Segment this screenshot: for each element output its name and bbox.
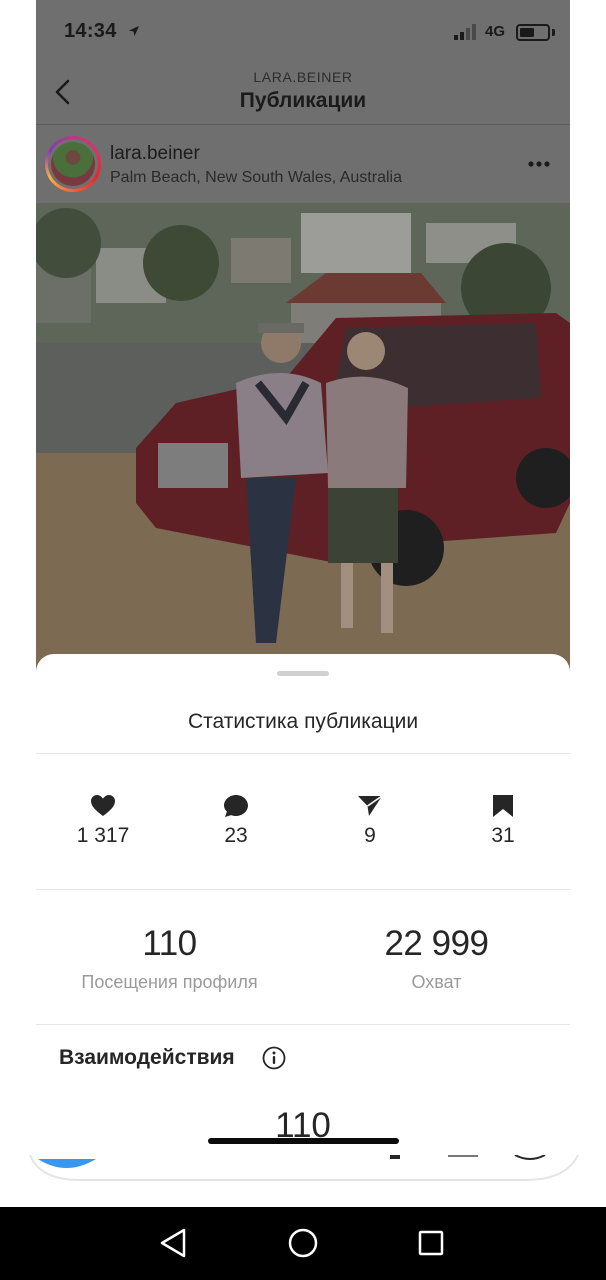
reach-label: Охват [411, 972, 462, 992]
android-back-icon[interactable] [160, 1228, 186, 1258]
bookmark-icon [493, 795, 513, 817]
shares-metric: 9 [303, 794, 437, 848]
android-recents-icon[interactable] [418, 1230, 444, 1256]
location-arrow-icon [129, 26, 139, 36]
post-location[interactable]: Palm Beach, New South Wales, Australia [110, 169, 402, 187]
stats-sheet: Статистика публикации 1 317 23 9 31 110 … [36, 654, 570, 1180]
android-nav-buttons [160, 1228, 444, 1258]
battery-tip [552, 29, 555, 36]
android-home-icon[interactable] [288, 1228, 318, 1258]
post-photo-illustration [36, 203, 570, 680]
sheet-title: Статистика публикации [187, 710, 419, 733]
post-username[interactable]: lara.beiner [110, 143, 200, 165]
profile-visits-value: 110 [142, 924, 197, 963]
status-time: 14:34 [64, 20, 117, 42]
comments-metric: 23 [169, 794, 303, 848]
app-screen: 14:34 4G LARA.BEINER Публикации lara.bei… [36, 0, 570, 1180]
reach-value: 22 999 [384, 924, 489, 963]
likes-metric: 1 317 [36, 794, 170, 848]
header-username: LARA.BEINER [253, 69, 353, 85]
network-type: 4G [485, 23, 506, 40]
comment-icon [224, 795, 248, 817]
status-bar: 14:34 4G [36, 0, 570, 64]
post-header: lara.beiner Palm Beach, New South Wales,… [36, 125, 570, 203]
dimmed-background[interactable]: 14:34 4G LARA.BEINER Публикации lara.bei… [36, 0, 570, 680]
tab-bar-peek [29, 1155, 579, 1181]
heart-icon [91, 795, 115, 816]
divider [36, 753, 570, 754]
interactions-title: Взаимодействия [59, 1046, 235, 1069]
send-icon [358, 795, 383, 816]
saves-metric: 31 [436, 794, 570, 848]
info-icon[interactable] [262, 1046, 286, 1070]
page-title: Публикации [239, 89, 367, 112]
sheet-grabber[interactable] [277, 671, 329, 676]
saves-count: 31 [491, 824, 515, 847]
more-options-icon[interactable] [528, 161, 550, 167]
battery-icon [516, 24, 550, 41]
profile-visits-stat: 110 Посещения профиля [36, 924, 303, 993]
profile-visits-label: Посещения профиля [81, 972, 258, 992]
android-nav-bar [0, 1207, 606, 1280]
reach-stat: 22 999 Охват [303, 924, 570, 993]
likes-count: 1 317 [76, 824, 130, 847]
comments-count: 23 [224, 824, 248, 847]
divider [36, 889, 570, 890]
shares-count: 9 [364, 824, 376, 847]
avatar[interactable] [45, 136, 101, 192]
divider [36, 1024, 570, 1025]
post-photo [36, 203, 570, 680]
nav-header: LARA.BEINER Публикации [36, 64, 570, 125]
signal-icon [454, 24, 476, 40]
home-indicator[interactable] [208, 1138, 399, 1144]
